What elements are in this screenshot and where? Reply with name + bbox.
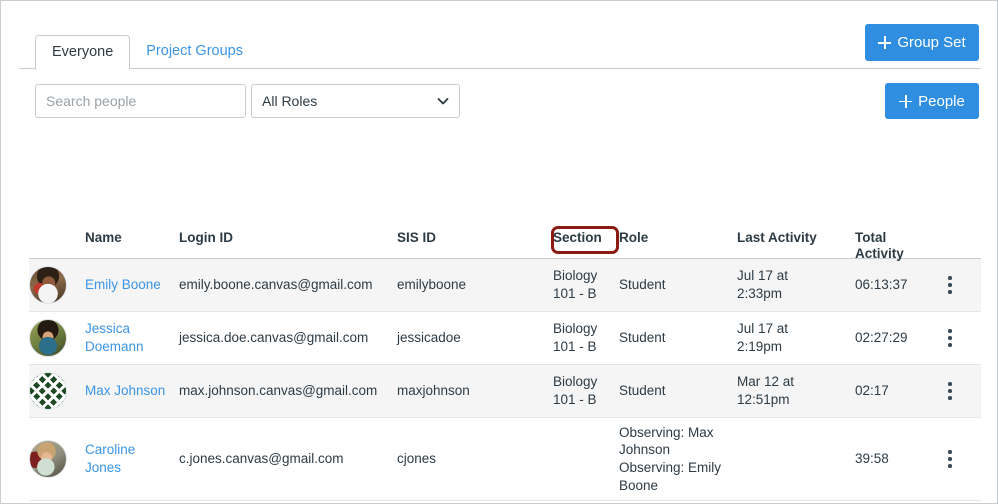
login-id-cell: emily.boone.canvas@gmail.com <box>179 277 373 293</box>
column-header-avatar <box>29 222 85 230</box>
avatar-cell <box>29 319 85 357</box>
avatar-cell <box>29 440 85 478</box>
avatar-cell <box>29 266 85 304</box>
avatar <box>29 319 67 357</box>
add-people-label: People <box>918 92 965 110</box>
row-actions-cell <box>931 450 977 468</box>
people-page: Everyone Project Groups Group Set All Ro… <box>0 0 998 504</box>
chevron-down-icon <box>437 98 449 105</box>
total-activity-cell: 06:13:37 <box>855 277 908 293</box>
user-name-link[interactable]: Caroline Jones <box>85 442 135 475</box>
row-actions-cell <box>931 276 977 294</box>
last-activity-cell: Jul 17 at 2:33pm <box>737 268 789 301</box>
tab-list: Everyone Project Groups <box>35 34 259 70</box>
filter-bar: All Roles <box>35 84 460 118</box>
add-people-button[interactable]: People <box>885 83 979 119</box>
section-cell: Biology 101 - B <box>553 321 598 354</box>
sis-id-cell: emilyboone <box>397 277 467 293</box>
tab-bar: Everyone Project Groups <box>19 34 981 70</box>
column-header-role: Role <box>619 230 649 245</box>
name-cell: Caroline Jones <box>85 441 179 476</box>
login-id-cell: max.johnson.canvas@gmail.com <box>179 383 378 399</box>
tab-everyone[interactable]: Everyone <box>35 35 131 70</box>
table-row[interactable]: Jessica Doemann jessica.doe.canvas@gmail… <box>29 312 981 365</box>
kebab-menu-icon[interactable] <box>948 382 952 400</box>
column-header-total-activity: Total Activity <box>855 230 904 261</box>
avatar <box>29 372 67 410</box>
column-header-sis-id: SIS ID <box>397 230 437 245</box>
tab-project-groups[interactable]: Project Groups <box>130 34 259 69</box>
login-id-cell: jessica.doe.canvas@gmail.com <box>179 330 369 346</box>
tab-project-groups-label: Project Groups <box>146 42 243 59</box>
table-row[interactable]: Emily Boone emily.boone.canvas@gmail.com… <box>29 259 981 312</box>
avatar-cell <box>29 372 85 410</box>
tab-everyone-label: Everyone <box>52 43 114 60</box>
name-cell: Emily Boone <box>85 276 179 294</box>
column-header-name: Name <box>85 230 122 245</box>
role-cell: Observing: Max Johnson Observing: Emily … <box>619 424 722 493</box>
search-input[interactable] <box>35 84 246 118</box>
people-table: Name Login ID SIS ID Section Role Last A… <box>29 220 981 501</box>
add-group-set-label: Group Set <box>897 34 966 51</box>
sis-id-cell: maxjohnson <box>397 383 470 399</box>
last-activity-cell: Jul 17 at 2:19pm <box>737 321 789 354</box>
login-id-cell: c.jones.canvas@gmail.com <box>179 451 344 467</box>
table-header-row: Name Login ID SIS ID Section Role Last A… <box>29 220 981 261</box>
section-cell: Biology 101 - B <box>553 374 598 407</box>
sis-id-cell: cjones <box>397 451 437 467</box>
total-activity-cell: 02:27:29 <box>855 330 908 346</box>
column-header-last-activity: Last Activity <box>737 230 817 245</box>
total-activity-cell: 39:58 <box>855 451 889 467</box>
sis-id-cell: jessicadoe <box>397 330 461 346</box>
name-cell: Max Johnson <box>85 382 179 400</box>
user-name-link[interactable]: Max Johnson <box>85 383 165 398</box>
row-actions-cell <box>931 329 977 347</box>
kebab-menu-icon[interactable] <box>948 329 952 347</box>
role-filter-value: All Roles <box>262 93 318 109</box>
avatar <box>29 440 67 478</box>
add-group-set-button[interactable]: Group Set <box>865 24 979 61</box>
role-filter-select[interactable]: All Roles <box>251 84 460 118</box>
plus-icon <box>899 94 913 108</box>
table-row[interactable]: Caroline Jones c.jones.canvas@gmail.com … <box>29 418 981 501</box>
name-cell: Jessica Doemann <box>85 320 179 355</box>
role-cell: Student <box>619 330 666 346</box>
last-activity-cell: Mar 12 at 12:51pm <box>737 374 795 407</box>
user-name-link[interactable]: Jessica Doemann <box>85 321 144 354</box>
column-header-login-id: Login ID <box>179 230 233 245</box>
kebab-menu-icon[interactable] <box>948 276 952 294</box>
kebab-menu-icon[interactable] <box>948 450 952 468</box>
column-header-actions <box>931 222 977 230</box>
role-cell: Student <box>619 383 666 399</box>
user-name-link[interactable]: Emily Boone <box>85 277 161 292</box>
column-header-section: Section <box>553 230 602 245</box>
role-cell: Student <box>619 277 666 293</box>
avatar <box>29 266 67 304</box>
section-cell: Biology 101 - B <box>553 268 598 301</box>
row-actions-cell <box>931 382 977 400</box>
total-activity-cell: 02:17 <box>855 383 889 399</box>
table-row[interactable]: Max Johnson max.johnson.canvas@gmail.com… <box>29 365 981 418</box>
plus-icon <box>878 36 892 49</box>
